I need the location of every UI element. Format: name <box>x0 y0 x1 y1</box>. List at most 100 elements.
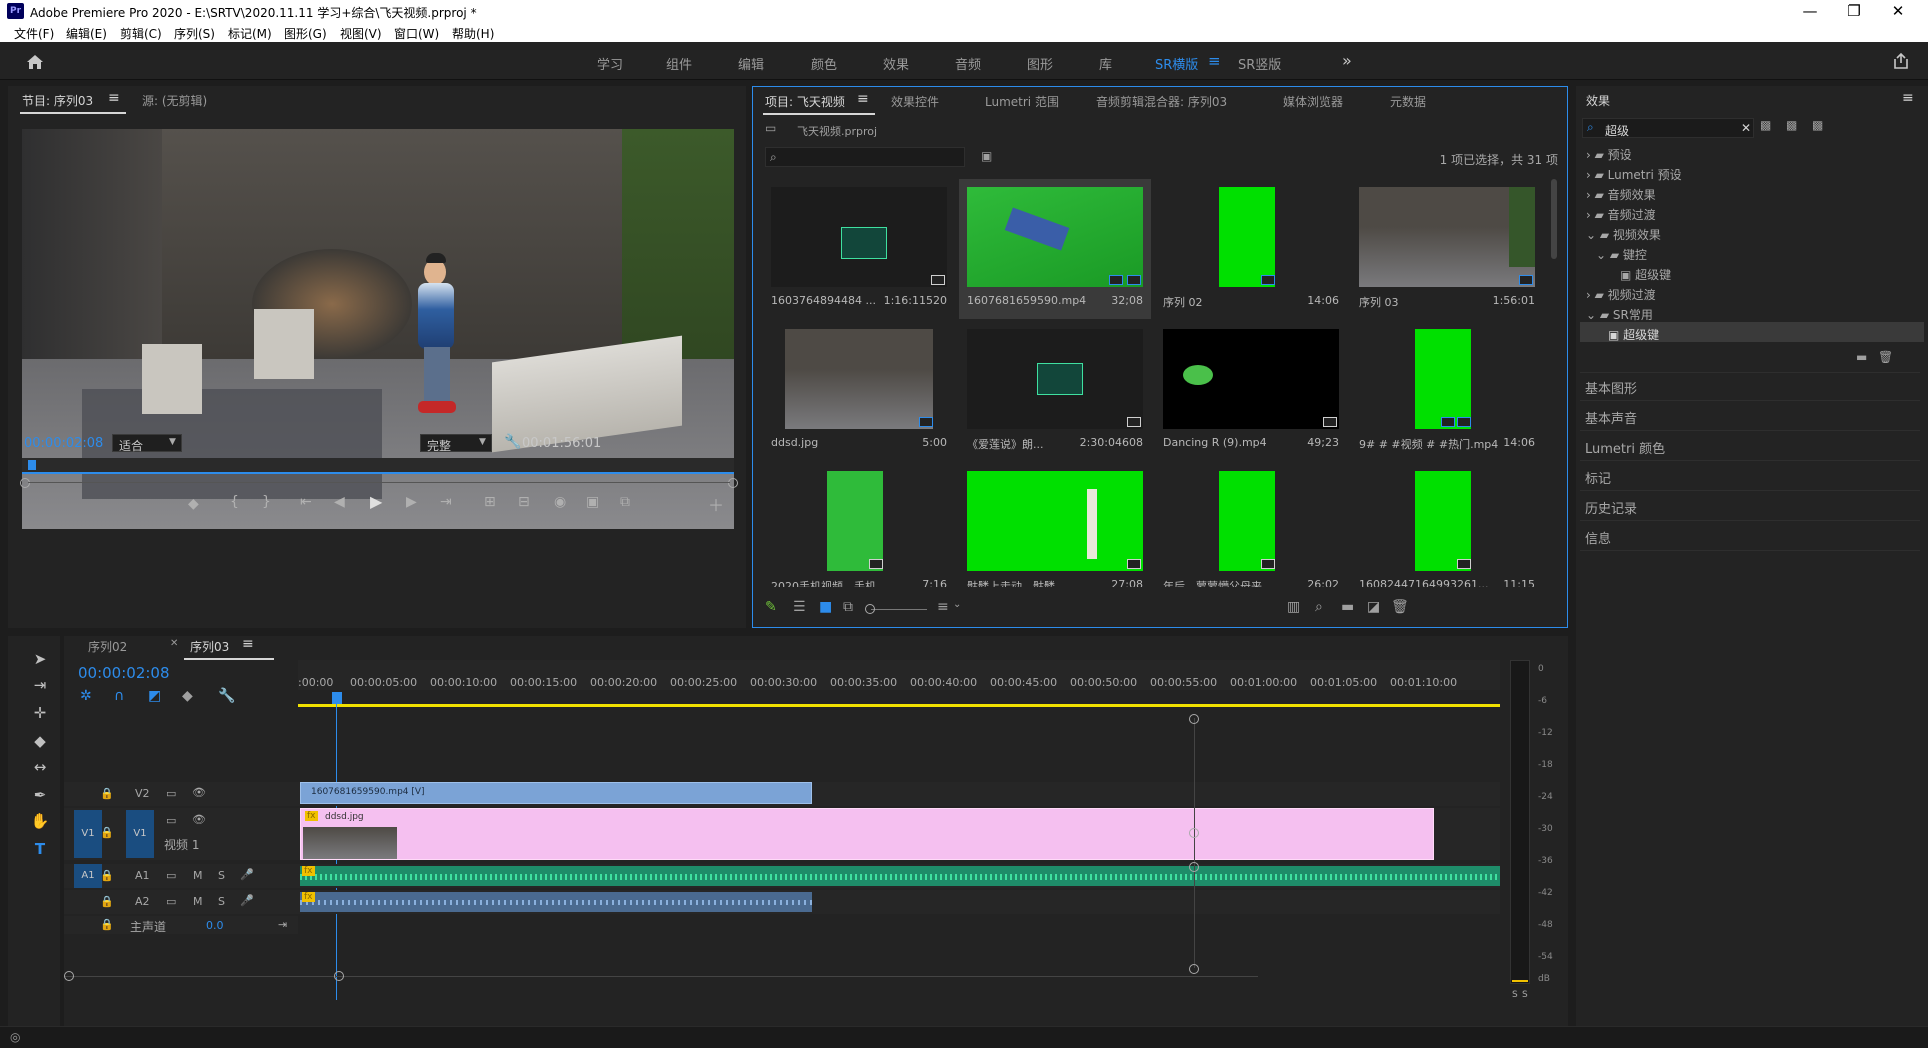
mute-button[interactable]: M <box>193 869 203 882</box>
freeform-view-icon[interactable]: ⧉ <box>843 599 853 615</box>
v1-clip[interactable]: fx ddsd.jpg <box>300 808 1434 860</box>
sync-lock-icon[interactable]: ▭ <box>166 869 176 882</box>
work-area-bar[interactable] <box>298 704 1502 707</box>
pen-tool-icon[interactable]: ✒ <box>30 786 50 806</box>
zoom-handle-right[interactable] <box>728 478 738 488</box>
tree-sr-common[interactable]: ⌄ ▰ SR常用 <box>1586 306 1653 323</box>
accelerated-effects-icon[interactable]: ▩ <box>1760 118 1771 132</box>
a1-clip[interactable]: fx <box>300 866 1502 886</box>
panel-menu-icon[interactable]: ≡ <box>242 636 254 652</box>
project-item[interactable]: 序列 03 1:56:01 <box>1351 179 1543 319</box>
proxy-icon[interactable]: ⧉ <box>620 494 630 510</box>
camera-icon[interactable]: ◉ <box>554 494 566 510</box>
ws-sr-vertical[interactable]: SR竖版 <box>1238 54 1281 73</box>
ws-libraries[interactable]: 库 <box>1099 54 1112 73</box>
linked-selection-icon[interactable]: ◩ <box>148 688 161 704</box>
tab-metadata[interactable]: 元数据 <box>1390 93 1426 110</box>
menu-graphics[interactable]: 图形(G) <box>284 25 327 42</box>
32bit-effects-icon[interactable]: ▩ <box>1786 118 1797 132</box>
mute-button[interactable]: M <box>193 895 203 908</box>
solo-button[interactable]: S <box>1522 990 1528 1000</box>
playhead-handle[interactable] <box>332 692 342 704</box>
ws-graphics[interactable]: 图形 <box>1027 54 1053 73</box>
selection-tool-icon[interactable]: ➤ <box>30 650 50 670</box>
panel-menu-icon[interactable]: ≡ <box>1902 90 1914 106</box>
lock-icon[interactable]: 🔒 <box>100 895 114 908</box>
razor-tool-icon[interactable]: ◆ <box>30 732 50 752</box>
project-item[interactable]: 骷髅上走动，骷髅... 27:08 <box>959 463 1151 587</box>
delete-icon[interactable]: 🗑 <box>1878 350 1893 364</box>
h-scroll-handle-right[interactable] <box>334 971 344 981</box>
a2-clip[interactable]: fx <box>300 892 812 912</box>
zoom-handle-left[interactable] <box>20 478 30 488</box>
master-volume-value[interactable]: 0.0 <box>206 919 224 932</box>
automate-to-sequence-icon[interactable]: ▥ <box>1287 599 1300 615</box>
track-select-tool-icon[interactable]: ⇥ <box>30 676 50 696</box>
source-patch-v1[interactable]: V1 <box>74 810 102 858</box>
section-info[interactable]: 信息 <box>1585 528 1611 547</box>
v-scroll-handle[interactable] <box>1189 714 1199 724</box>
ws-audio[interactable]: 音频 <box>955 54 981 73</box>
sync-lock-icon[interactable]: ▭ <box>166 787 176 800</box>
panel-menu-icon[interactable]: ≡ <box>857 91 869 107</box>
tab-media-browser[interactable]: 媒体浏览器 <box>1283 93 1343 110</box>
new-bin-icon[interactable]: ▬ <box>1341 599 1354 615</box>
tab-sequence-03[interactable]: 序列03 <box>190 638 229 655</box>
tree-presets[interactable]: › ▰ 预设 <box>1586 146 1632 163</box>
solo-button[interactable]: S <box>218 895 225 908</box>
tab-audio-mixer[interactable]: 音频剪辑混合器: 序列03 <box>1096 93 1227 110</box>
tree-audio-transitions[interactable]: › ▰ 音频过渡 <box>1586 206 1656 223</box>
tree-audio-effects[interactable]: › ▰ 音频效果 <box>1586 186 1656 203</box>
creative-cloud-icon[interactable]: ◎ <box>10 1030 20 1044</box>
hand-tool-icon[interactable]: ✋ <box>30 812 50 832</box>
add-button-icon[interactable]: ＋ <box>708 492 724 516</box>
tab-lumetri-scopes[interactable]: Lumetri 范围 <box>985 93 1059 110</box>
timeline-settings-icon[interactable]: 🔧 <box>218 688 235 704</box>
ws-assembly[interactable]: 组件 <box>666 54 692 73</box>
playhead-marker[interactable] <box>28 460 36 470</box>
project-item[interactable]: Dancing R (9).mp4 49;23 <box>1155 321 1347 461</box>
program-timecode[interactable]: 00:00:02:08 <box>24 436 103 451</box>
yuv-effects-icon[interactable]: ▩ <box>1812 118 1823 132</box>
section-markers[interactable]: 标记 <box>1585 468 1611 487</box>
fit-dropdown[interactable]: 适合 ▼ <box>112 434 182 453</box>
clear-icon[interactable]: 🗑 <box>1391 599 1409 615</box>
project-item[interactable]: 序列 02 14:06 <box>1155 179 1347 319</box>
project-item[interactable]: 《爱莲说》朗... 2:30:04608 <box>959 321 1151 461</box>
new-bin-from-search-icon[interactable]: ▣ <box>981 149 992 163</box>
v-scroll-handle[interactable] <box>1189 862 1199 872</box>
project-item[interactable]: 16082447164993261... 11:15 <box>1351 463 1543 587</box>
section-essential-graphics[interactable]: 基本图形 <box>1585 378 1637 397</box>
find-icon[interactable]: ⌕ <box>1315 599 1323 615</box>
ws-learn[interactable]: 学习 <box>597 54 623 73</box>
v-scroll-handle[interactable] <box>1189 964 1199 974</box>
tree-video-transitions[interactable]: › ▰ 视频过渡 <box>1586 286 1656 303</box>
menu-help[interactable]: 帮助(H) <box>452 25 494 42</box>
lock-icon[interactable]: 🔒 <box>100 826 114 839</box>
list-view-icon[interactable]: ☰ <box>793 599 806 615</box>
chevron-down-icon[interactable]: ⌄ <box>953 599 961 610</box>
menu-edit[interactable]: 编辑(E) <box>66 25 107 42</box>
eye-icon[interactable]: 👁 <box>192 813 206 826</box>
more-workspaces-icon[interactable]: » <box>1342 51 1352 70</box>
microphone-icon[interactable]: 🎤 <box>240 894 254 907</box>
ripple-edit-tool-icon[interactable]: ✛ <box>30 704 50 724</box>
add-marker-icon[interactable]: ◆ <box>188 496 199 512</box>
go-to-end-icon[interactable]: ⇥ <box>278 918 287 931</box>
source-patch-a1[interactable]: A1 <box>74 864 102 888</box>
lock-icon[interactable]: 🔒 <box>100 869 114 882</box>
ws-editing[interactable]: 编辑 <box>738 54 764 73</box>
clear-search-icon[interactable]: ✕ <box>1741 121 1751 135</box>
wrench-icon[interactable]: 🔧 <box>504 434 521 450</box>
workspace-menu-icon[interactable]: ≡ <box>1208 52 1221 70</box>
slip-tool-icon[interactable]: ↔ <box>30 758 50 778</box>
v2-clip[interactable]: 1607681659590.mp4 [V] <box>300 782 812 804</box>
project-search-input[interactable]: ⌕ <box>765 147 965 167</box>
icon-view-icon[interactable]: ■ <box>819 599 832 615</box>
tree-keying[interactable]: ⌄ ▰ 键控 <box>1596 246 1647 263</box>
step-forward-icon[interactable]: ▶ <box>406 494 417 510</box>
sync-lock-icon[interactable]: ▭ <box>166 814 176 827</box>
project-item[interactable]: 年后，蒙蒙懵父母来... 26:02 <box>1155 463 1347 587</box>
tree-lumetri-presets[interactable]: › ▰ Lumetri 预设 <box>1586 166 1682 183</box>
go-to-out-icon[interactable]: ⇥ <box>440 494 452 510</box>
